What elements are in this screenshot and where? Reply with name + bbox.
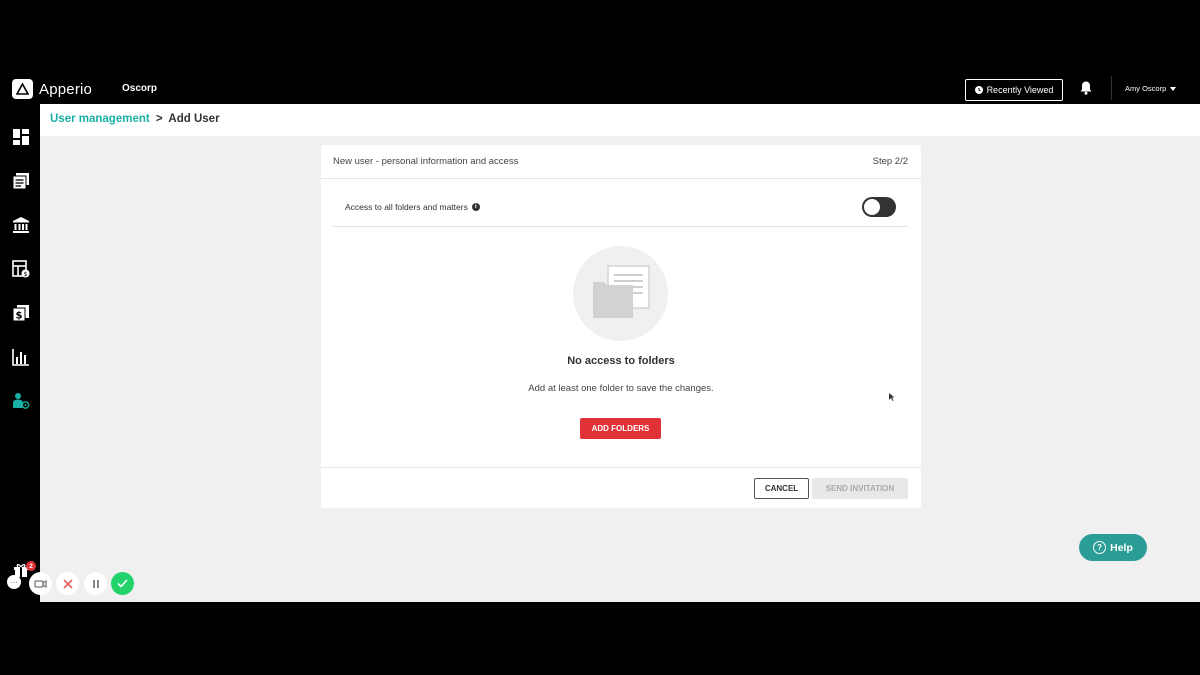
budget-icon[interactable]: $ (12, 260, 30, 278)
analytics-icon[interactable] (12, 348, 30, 366)
documents-icon[interactable] (12, 172, 30, 190)
user-name: Amy Oscorp (1125, 84, 1167, 93)
discard-button[interactable] (56, 572, 79, 595)
close-icon (62, 578, 73, 589)
svg-text:$: $ (16, 311, 23, 322)
chevron-down-icon (1170, 86, 1177, 91)
access-all-toggle[interactable] (862, 197, 896, 217)
bank-icon[interactable] (12, 216, 30, 234)
notification-badge: 2 (26, 561, 36, 571)
more-options-icon[interactable]: ··· (7, 575, 21, 589)
mouse-cursor-icon (889, 393, 895, 401)
empty-state-message: Add at least one folder to save the chan… (528, 383, 714, 394)
camera-button[interactable] (29, 572, 52, 595)
card-header: New user - personal information and acce… (321, 145, 921, 179)
video-camera-icon (34, 579, 47, 588)
access-all-text: Access to all folders and matters (345, 202, 468, 212)
clock-icon (974, 86, 983, 94)
org-name: Oscorp (122, 83, 158, 94)
cancel-button[interactable]: CANCEL (754, 478, 809, 499)
finish-recording-button[interactable] (111, 572, 134, 595)
breadcrumb-separator: > (155, 113, 163, 125)
pause-icon (92, 579, 99, 588)
info-icon[interactable]: i (471, 203, 480, 211)
card-title: New user - personal information and acce… (333, 156, 519, 167)
empty-folders-illustration (573, 246, 668, 341)
help-label: Help (1110, 541, 1133, 554)
recently-viewed-button[interactable]: Recently Viewed (965, 79, 1063, 101)
top-bar: Apperio Oscorp Recently Viewed Amy Oscor… (0, 72, 1200, 104)
step-indicator: Step 2/2 (872, 156, 908, 167)
apperio-logo-icon (12, 79, 33, 99)
check-icon (117, 579, 128, 588)
breadcrumb-user-management[interactable]: User management (50, 113, 150, 125)
logo[interactable]: Apperio (12, 79, 92, 99)
add-user-card: New user - personal information and acce… (321, 145, 921, 508)
toggle-knob (864, 199, 880, 215)
divider (1111, 76, 1112, 100)
add-folders-button[interactable]: ADD FOLDERS (580, 418, 661, 439)
help-button[interactable]: ? Help (1079, 534, 1147, 561)
invoices-icon[interactable]: $ (12, 304, 30, 322)
user-menu[interactable]: Amy Oscorp (1125, 84, 1177, 93)
access-all-label: Access to all folders and matters i (345, 202, 480, 212)
app-window: Apperio Oscorp Recently Viewed Amy Oscor… (0, 72, 1200, 602)
breadcrumb-current: Add User (168, 113, 220, 125)
bell-icon[interactable] (1078, 80, 1094, 96)
sidebar: $ $ (0, 104, 40, 602)
empty-state-title: No access to folders (567, 355, 675, 367)
recently-viewed-label: Recently Viewed (986, 85, 1054, 95)
main-content: User management > Add User New user - pe… (40, 104, 1200, 602)
user-management-icon[interactable] (12, 392, 30, 410)
svg-text:$: $ (24, 271, 28, 278)
question-icon: ? (1093, 541, 1107, 554)
breadcrumb: User management > Add User (50, 113, 220, 125)
card-footer: CANCEL SEND INVITATION (321, 467, 921, 508)
folder-document-icon (593, 265, 650, 318)
brand-name: Apperio (39, 80, 93, 98)
breadcrumb-bar: User management > Add User (40, 104, 1200, 136)
dashboard-icon[interactable] (12, 128, 30, 146)
access-all-row: Access to all folders and matters i (333, 191, 908, 227)
pause-button[interactable] (84, 572, 107, 595)
send-invitation-button[interactable]: SEND INVITATION (812, 478, 908, 499)
